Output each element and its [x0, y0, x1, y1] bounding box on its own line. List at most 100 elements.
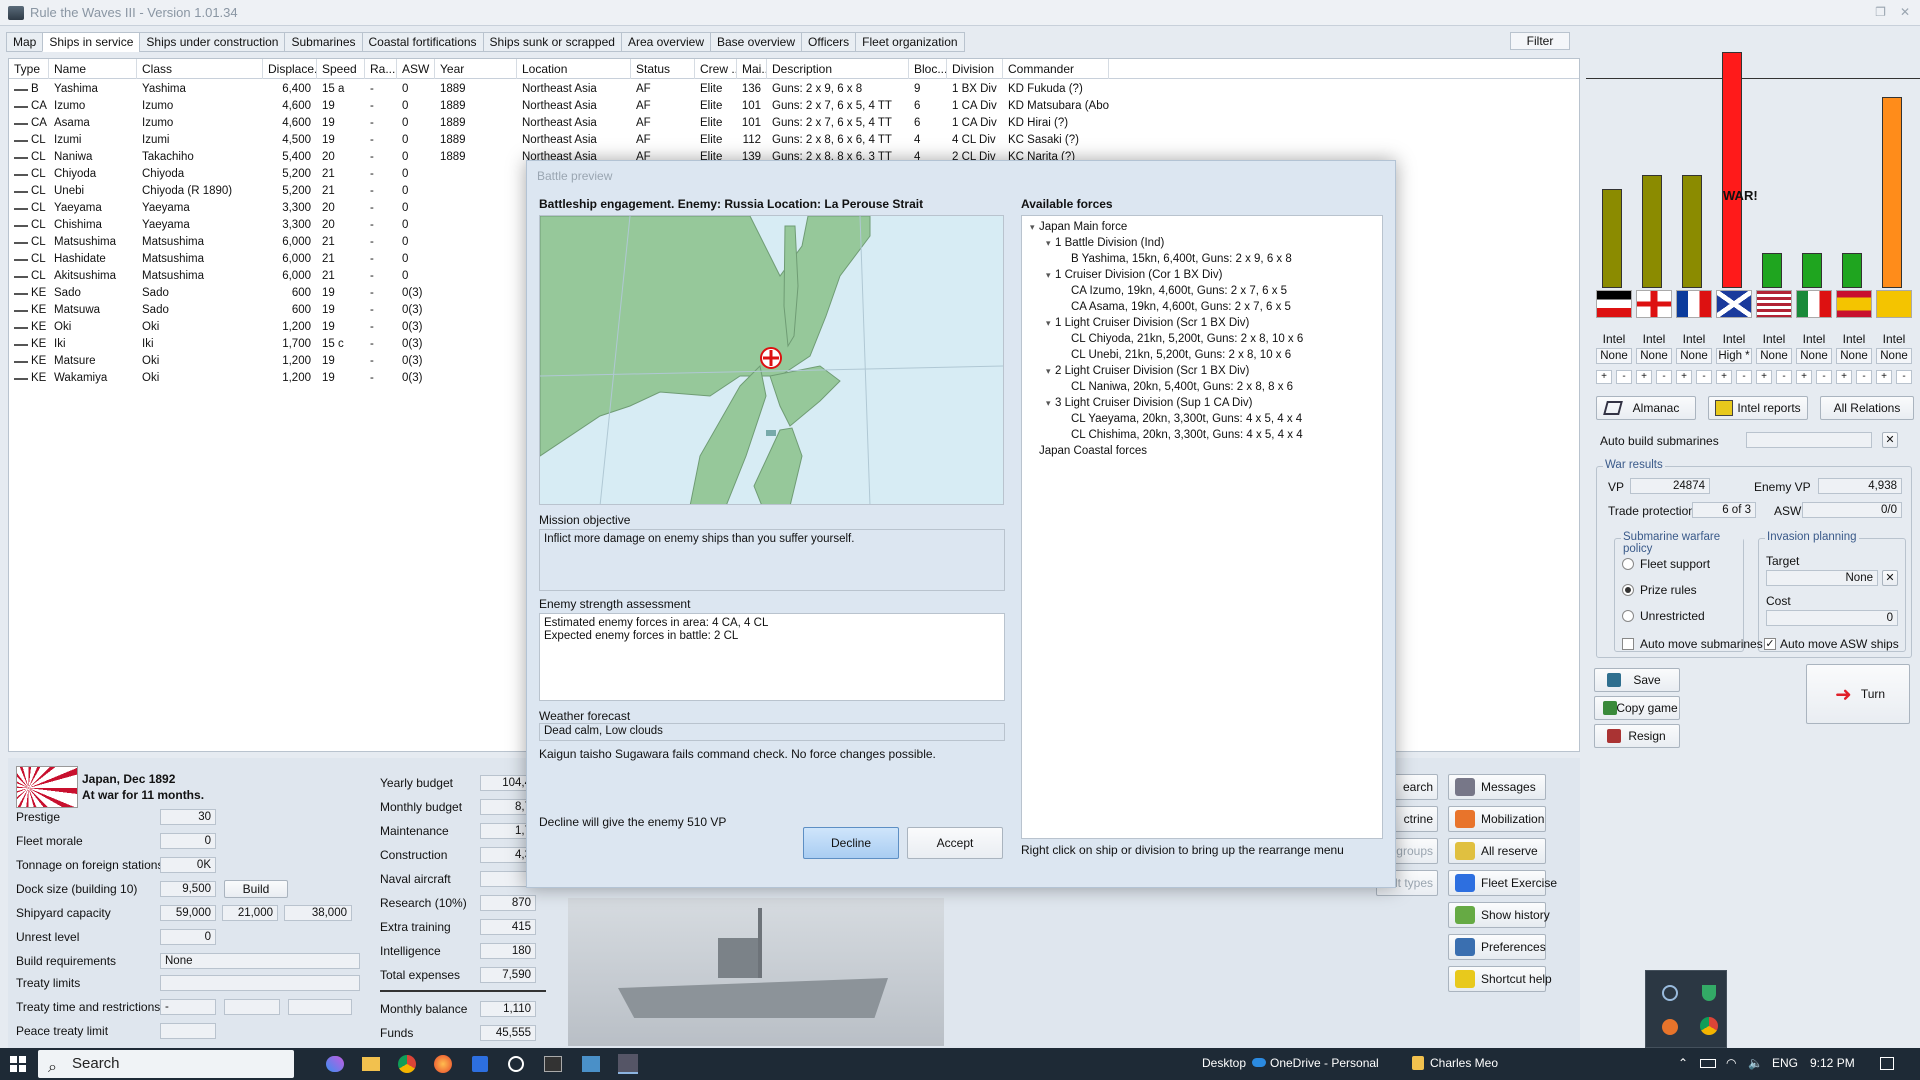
- auto-move-sub-checkbox[interactable]: [1622, 638, 1634, 650]
- expand-chevron-icon[interactable]: ▾: [1046, 396, 1055, 410]
- copilot-icon[interactable]: [326, 1056, 344, 1072]
- clock[interactable]: 9:12 PM: [1810, 1056, 1855, 1070]
- tray-app-icon-1[interactable]: [1662, 985, 1678, 1001]
- tree-ship-node[interactable]: CA Izumo, 19kn, 4,600t, Guns: 2 x 7, 6 x…: [1062, 284, 1287, 298]
- column-header[interactable]: Commander: [1003, 59, 1109, 79]
- restore-icon[interactable]: ❐: [1875, 5, 1886, 19]
- column-header[interactable]: Crew ...: [695, 59, 737, 79]
- tree-division-node[interactable]: Japan Coastal forces: [1030, 444, 1147, 458]
- intel-plus-usa[interactable]: +: [1756, 370, 1772, 384]
- fleet-support-radio[interactable]: [1622, 558, 1634, 570]
- battery-icon[interactable]: [1700, 1059, 1716, 1068]
- intel-reports-button[interactable]: Intel reports: [1708, 396, 1808, 420]
- show-history-button[interactable]: Show history: [1448, 902, 1550, 928]
- table-row[interactable]: CA Izumo Izumo 4,600 19 - 0 1889 Northeast Asia A…: [9, 98, 1579, 115]
- tab-map[interactable]: Map: [6, 32, 43, 52]
- column-header[interactable]: Mai...: [737, 59, 767, 79]
- desktop-label[interactable]: Desktop: [1202, 1056, 1246, 1070]
- column-header[interactable]: ASW: [397, 59, 435, 79]
- all-relations-button[interactable]: All Relations: [1820, 396, 1914, 420]
- tree-ship-node[interactable]: CL Unebi, 21kn, 5,200t, Guns: 2 x 8, 10 …: [1062, 348, 1291, 362]
- messages-button[interactable]: Messages: [1448, 774, 1546, 800]
- expand-chevron-icon[interactable]: ▾: [1030, 220, 1039, 234]
- intel-minus-russia[interactable]: -: [1736, 370, 1752, 384]
- column-header[interactable]: Year: [435, 59, 517, 79]
- accept-button[interactable]: Accept: [907, 827, 1003, 859]
- tree-ship-node[interactable]: B Yashima, 15kn, 6,400t, Guns: 2 x 9, 6 …: [1062, 252, 1292, 266]
- tree-ship-node[interactable]: CL Chiyoda, 21kn, 5,200t, Guns: 2 x 8, 1…: [1062, 332, 1303, 346]
- flag-china[interactable]: [1876, 290, 1912, 318]
- build-dock-button[interactable]: Build: [224, 880, 288, 898]
- auto-move-asw-checkbox[interactable]: ✓: [1764, 638, 1776, 650]
- filter-button[interactable]: Filter: [1510, 32, 1570, 50]
- expand-chevron-icon[interactable]: ▾: [1046, 364, 1055, 378]
- target-clear-icon[interactable]: ✕: [1882, 570, 1898, 586]
- table-row[interactable]: CL Izumi Izumi 4,500 19 - 0 1889 Northeast Asia A…: [9, 132, 1579, 149]
- tree-ship-node[interactable]: CA Asama, 19kn, 4,600t, Guns: 2 x 7, 6 x…: [1062, 300, 1291, 314]
- tree-ship-node[interactable]: CL Naniwa, 20kn, 5,400t, Guns: 2 x 8, 8 …: [1062, 380, 1293, 394]
- turn-button[interactable]: ➜ Turn: [1806, 664, 1910, 724]
- intel-minus-germany[interactable]: -: [1616, 370, 1632, 384]
- column-header[interactable]: Location: [517, 59, 631, 79]
- column-header[interactable]: Name: [49, 59, 137, 79]
- intel-minus-china[interactable]: -: [1896, 370, 1912, 384]
- table-row[interactable]: B Yashima Yashima 6,400 15 a - 0 1889 Northeast …: [9, 81, 1579, 98]
- user-status[interactable]: Charles Meo: [1412, 1056, 1498, 1070]
- tab-fleet-organization[interactable]: Fleet organization: [855, 32, 965, 52]
- tree-division-node[interactable]: ▾ 1 Battle Division (Ind): [1046, 236, 1164, 250]
- unrestricted-radio[interactable]: [1622, 610, 1634, 622]
- app-icon-circle[interactable]: [508, 1056, 524, 1072]
- resign-button[interactable]: Resign: [1594, 724, 1680, 748]
- intel-plus-russia[interactable]: +: [1716, 370, 1732, 384]
- column-header[interactable]: Type: [9, 59, 49, 79]
- intel-plus-france[interactable]: +: [1676, 370, 1692, 384]
- flag-russia[interactable]: [1716, 290, 1752, 318]
- column-header[interactable]: Description: [767, 59, 909, 79]
- save-button[interactable]: Save: [1594, 668, 1680, 692]
- tab-ships-under-construction[interactable]: Ships under construction: [139, 32, 285, 52]
- tab-submarines[interactable]: Submarines: [284, 32, 362, 52]
- forces-tree[interactable]: ▾ Japan Main force ▾ 1 Battle Division (Ind…: [1021, 215, 1383, 839]
- taskbar-search[interactable]: ⌕ Search: [38, 1050, 294, 1078]
- tab-coastal-fortifications[interactable]: Coastal fortifications: [361, 32, 483, 52]
- flag-usa[interactable]: [1756, 290, 1792, 318]
- tray-chevron-icon[interactable]: ⌃: [1678, 1056, 1688, 1070]
- flag-germany[interactable]: [1596, 290, 1632, 318]
- firefox-icon[interactable]: [434, 1055, 452, 1073]
- flag-italy[interactable]: [1796, 290, 1832, 318]
- flag-spain[interactable]: [1836, 290, 1872, 318]
- intel-minus-france[interactable]: -: [1696, 370, 1712, 384]
- column-header[interactable]: Status: [631, 59, 695, 79]
- almanac-button[interactable]: Almanac: [1596, 396, 1696, 420]
- tray-chrome-icon[interactable]: [1700, 1017, 1718, 1035]
- app-icon-window[interactable]: [582, 1056, 600, 1072]
- notification-icon[interactable]: [1880, 1057, 1894, 1070]
- tab-base-overview[interactable]: Base overview: [709, 32, 802, 52]
- table-row[interactable]: CA Asama Izumo 4,600 19 - 0 1889 Northeast Asia A…: [9, 115, 1579, 132]
- tree-division-node[interactable]: ▾ 1 Cruiser Division (Cor 1 BX Div): [1046, 268, 1222, 282]
- flag-france[interactable]: [1676, 290, 1712, 318]
- language-indicator[interactable]: ENG: [1772, 1056, 1798, 1070]
- intel-plus-britain[interactable]: +: [1636, 370, 1652, 384]
- file-explorer-icon[interactable]: [362, 1057, 380, 1071]
- intel-minus-britain[interactable]: -: [1656, 370, 1672, 384]
- tab-officers[interactable]: Officers: [801, 32, 856, 52]
- column-header[interactable]: Ra...: [365, 59, 397, 79]
- fleet-exercise-button[interactable]: Fleet Exercise: [1448, 870, 1557, 896]
- game-taskbar-icon[interactable]: [618, 1054, 638, 1074]
- tray-shield-icon[interactable]: [1702, 985, 1716, 1001]
- close-icon[interactable]: ✕: [1900, 5, 1910, 19]
- column-header[interactable]: Division: [947, 59, 1003, 79]
- tree-ship-node[interactable]: CL Yaeyama, 20kn, 3,300t, Guns: 4 x 5, 4…: [1062, 412, 1302, 426]
- tree-division-node[interactable]: ▾ 3 Light Cruiser Division (Sup 1 CA Div): [1046, 396, 1253, 410]
- intel-minus-spain[interactable]: -: [1856, 370, 1872, 384]
- expand-chevron-icon[interactable]: ▾: [1046, 236, 1055, 250]
- auto-build-sub-clear-icon[interactable]: ✕: [1882, 432, 1898, 448]
- copy-game-button[interactable]: Copy game: [1594, 696, 1680, 720]
- tab-ships-sunk-or-scrapped[interactable]: Ships sunk or scrapped: [482, 32, 621, 52]
- tree-division-node[interactable]: ▾ Japan Main force: [1030, 220, 1127, 234]
- decline-button[interactable]: Decline: [803, 827, 899, 859]
- intel-plus-italy[interactable]: +: [1796, 370, 1812, 384]
- expand-chevron-icon[interactable]: ▾: [1046, 316, 1055, 330]
- expand-chevron-icon[interactable]: ▾: [1046, 268, 1055, 282]
